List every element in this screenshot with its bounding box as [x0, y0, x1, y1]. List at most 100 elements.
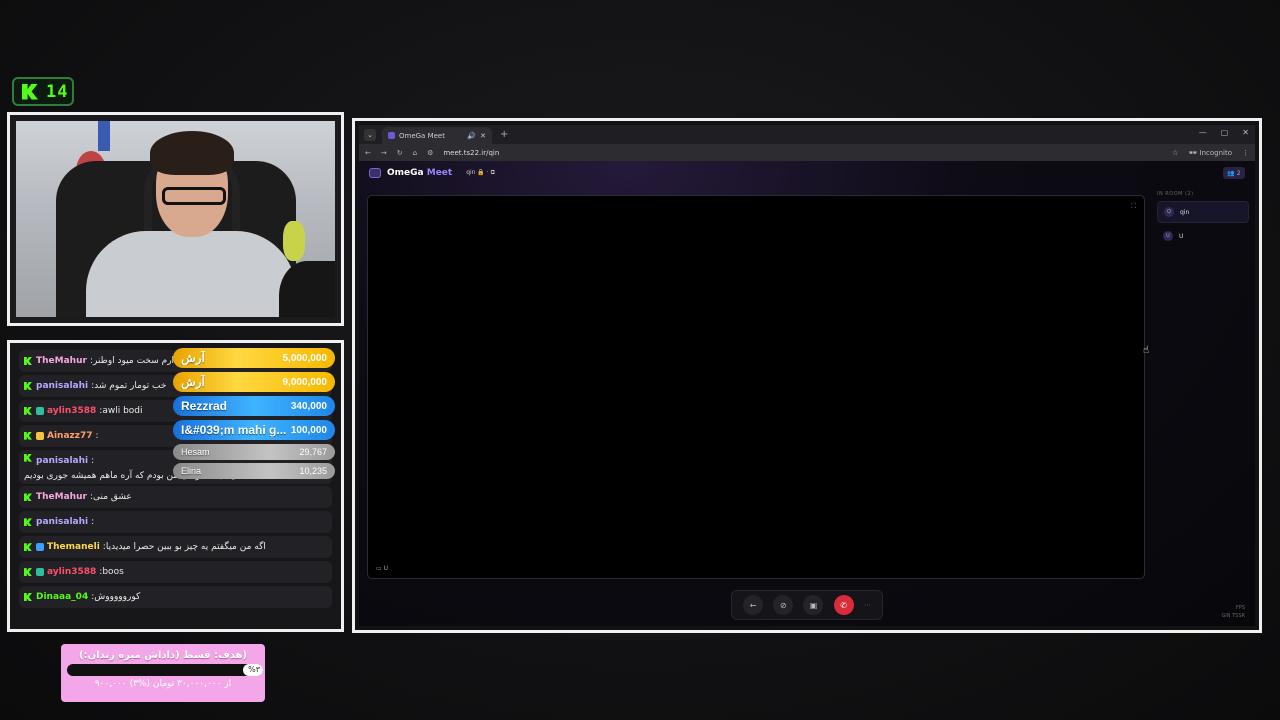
donation-amount: 29,767	[299, 447, 327, 457]
fullscreen-icon[interactable]: ⛶	[1131, 202, 1136, 211]
leaderboard-entry: آرش 9,000,000	[173, 372, 335, 392]
site-info-icon[interactable]: ⚙	[427, 149, 433, 157]
screen-icon: ▭	[376, 565, 382, 572]
donation-leaderboard: آرش 5,000,000 آرش 9,000,000 Rezzrad 340,000 I&…	[173, 348, 335, 482]
chat-message: Themaneli: اگه من میگفتم یه چیز بو ببین …	[19, 536, 332, 559]
subscriber-badge-icon	[36, 543, 44, 552]
chat-text: awli bodi	[102, 405, 143, 416]
chat-username[interactable]: panisalahi	[36, 454, 88, 468]
donation-amount: 10,235	[299, 466, 327, 476]
favicon-icon	[388, 132, 395, 139]
stage-user-tag: ▭ U	[376, 565, 388, 572]
chat-username[interactable]: Ainazz77	[47, 431, 93, 441]
chat-text: کوروووووش	[94, 592, 141, 603]
chat-separator: :	[91, 455, 95, 466]
chat-text: خب تومار تموم شد	[94, 380, 167, 391]
chat-username[interactable]: Dinaaa_04	[36, 592, 88, 602]
speaker-icon: 🔊	[467, 131, 477, 140]
kick-badge-icon	[24, 453, 32, 462]
incognito-indicator[interactable]: 🕶 Incognito	[1188, 149, 1232, 157]
address-bar-row: ← → ↻ ⌂ ⚙ meet.ts22.ir/qin ☆ 🕶 Incognito…	[359, 144, 1255, 161]
new-tab-button[interactable]: +	[500, 129, 508, 140]
donation-amount: 340,000	[290, 400, 327, 412]
screen-share-button[interactable]: ▣	[803, 595, 824, 615]
app-header: OmeGa Meet qin 🔒 · ⧉ 👥 2	[359, 161, 1255, 185]
home-icon[interactable]: ⌂	[413, 149, 417, 157]
goal-percent: %۳	[248, 665, 260, 674]
participant-name: U	[1179, 232, 1184, 240]
tab-title: OmeGa Meet	[399, 131, 445, 140]
more-icon[interactable]: ⋯	[864, 601, 871, 609]
kick-badge-icon	[24, 357, 32, 365]
kick-badge-icon	[24, 493, 32, 502]
donor-name: آرش	[181, 351, 205, 365]
mouse-cursor-icon: ☝	[1143, 345, 1150, 356]
chat-text: عشق منی	[92, 492, 132, 503]
kick-badge-icon	[24, 568, 32, 577]
chat-username[interactable]: aylin3588	[47, 567, 96, 577]
close-tab-icon[interactable]: ✕	[480, 132, 486, 140]
avatar: Q	[1164, 207, 1174, 217]
maximize-button[interactable]: ▢	[1221, 128, 1229, 137]
participants-sidebar: IN ROOM (2) Q qin U U	[1157, 191, 1249, 249]
kick-logo-icon	[22, 83, 38, 100]
close-window-button[interactable]: ✕	[1242, 128, 1249, 137]
chat-username[interactable]: Themaneli	[47, 542, 100, 552]
participant-item[interactable]: U U	[1157, 225, 1249, 247]
donor-name: I&#039;m mahi g...	[181, 423, 287, 437]
donor-name: Rezzrad	[181, 399, 228, 413]
leaderboard-entry: I&#039;m mahi g... 100,000	[173, 420, 335, 440]
incognito-icon: 🕶	[1188, 148, 1198, 157]
minimize-button[interactable]: —	[1199, 128, 1207, 137]
tab-search-button[interactable]: ⌄	[364, 128, 376, 141]
chat-username[interactable]: aylin3588	[47, 406, 96, 416]
leaderboard-entry: Rezzrad 340,000	[173, 396, 335, 416]
chat-separator: :	[95, 430, 99, 441]
chat-username[interactable]: panisalahi	[36, 517, 88, 527]
meet-app: OmeGa Meet qin 🔒 · ⧉ 👥 2 ⛶ ▭ U IN ROOM (…	[359, 161, 1255, 626]
copy-icon: ⧉	[490, 169, 495, 176]
webcam-frame	[7, 112, 344, 326]
video-stage: ⛶ ▭ U	[367, 195, 1145, 579]
goal-title: هدف: قسط (داداش میره زندان:))	[79, 650, 247, 661]
camera-off-button[interactable]: ⊘	[773, 595, 794, 615]
kick-badge-icon	[24, 518, 32, 527]
chat-text: boos	[102, 567, 124, 578]
chat-username[interactable]: panisalahi	[36, 381, 88, 391]
goal-subtitle: ۹۰۰,۰۰۰ از ۳۰,۰۰۰,۰۰۰ تومان (%۳)	[94, 679, 232, 689]
end-call-button[interactable]: ✆	[833, 595, 854, 615]
kick-badge-icon	[24, 381, 32, 390]
donor-name: Hesam	[181, 447, 210, 457]
people-icon: 👥	[1227, 169, 1235, 177]
leave-back-button[interactable]: ←	[743, 595, 764, 615]
tab-omega-meet[interactable]: OmeGa Meet 🔊 ✕	[382, 127, 492, 144]
donor-name: آرش	[181, 375, 205, 389]
chat-message: TheMahur: عشق منی	[19, 486, 332, 509]
omega-logo-icon	[369, 168, 381, 178]
app-brand: OmeGa Meet	[387, 168, 453, 178]
url-field[interactable]: meet.ts22.ir/qin	[443, 149, 499, 157]
chat-username[interactable]: TheMahur	[36, 492, 87, 502]
participant-item[interactable]: Q qin	[1157, 201, 1249, 223]
kick-badge-icon	[24, 406, 32, 415]
subscriber-badge-icon	[36, 568, 44, 577]
call-controls: ← ⊘ ▣ ✆ ⋯	[731, 590, 883, 620]
sidebar-heading: IN ROOM (2)	[1157, 191, 1194, 197]
avatar: U	[1163, 231, 1173, 241]
forward-icon[interactable]: →	[381, 149, 387, 157]
leaderboard-entry: آرش 5,000,000	[173, 348, 335, 368]
donation-amount: 5,000,000	[282, 352, 328, 364]
lock-icon: 🔒	[477, 169, 485, 176]
menu-icon[interactable]: ⋮	[1242, 149, 1249, 157]
reload-icon[interactable]: ↻	[397, 149, 403, 157]
kick-viewer-badge: 14	[12, 77, 74, 106]
participants-button[interactable]: 👥 2	[1223, 167, 1245, 179]
webcam-feed	[16, 121, 335, 317]
donation-goal: هدف: قسط (داداش میره زندان:)) %۳ ۹۰۰,۰۰۰…	[61, 644, 265, 702]
donation-amount: 9,000,000	[282, 376, 328, 388]
back-icon[interactable]: ←	[365, 149, 371, 157]
chat-message: aylin3588: boos	[19, 561, 332, 584]
leaderboard-entry: Elina 10,235	[173, 463, 335, 479]
bookmark-star-icon[interactable]: ☆	[1172, 149, 1178, 157]
chat-username[interactable]: TheMahur	[36, 356, 87, 366]
